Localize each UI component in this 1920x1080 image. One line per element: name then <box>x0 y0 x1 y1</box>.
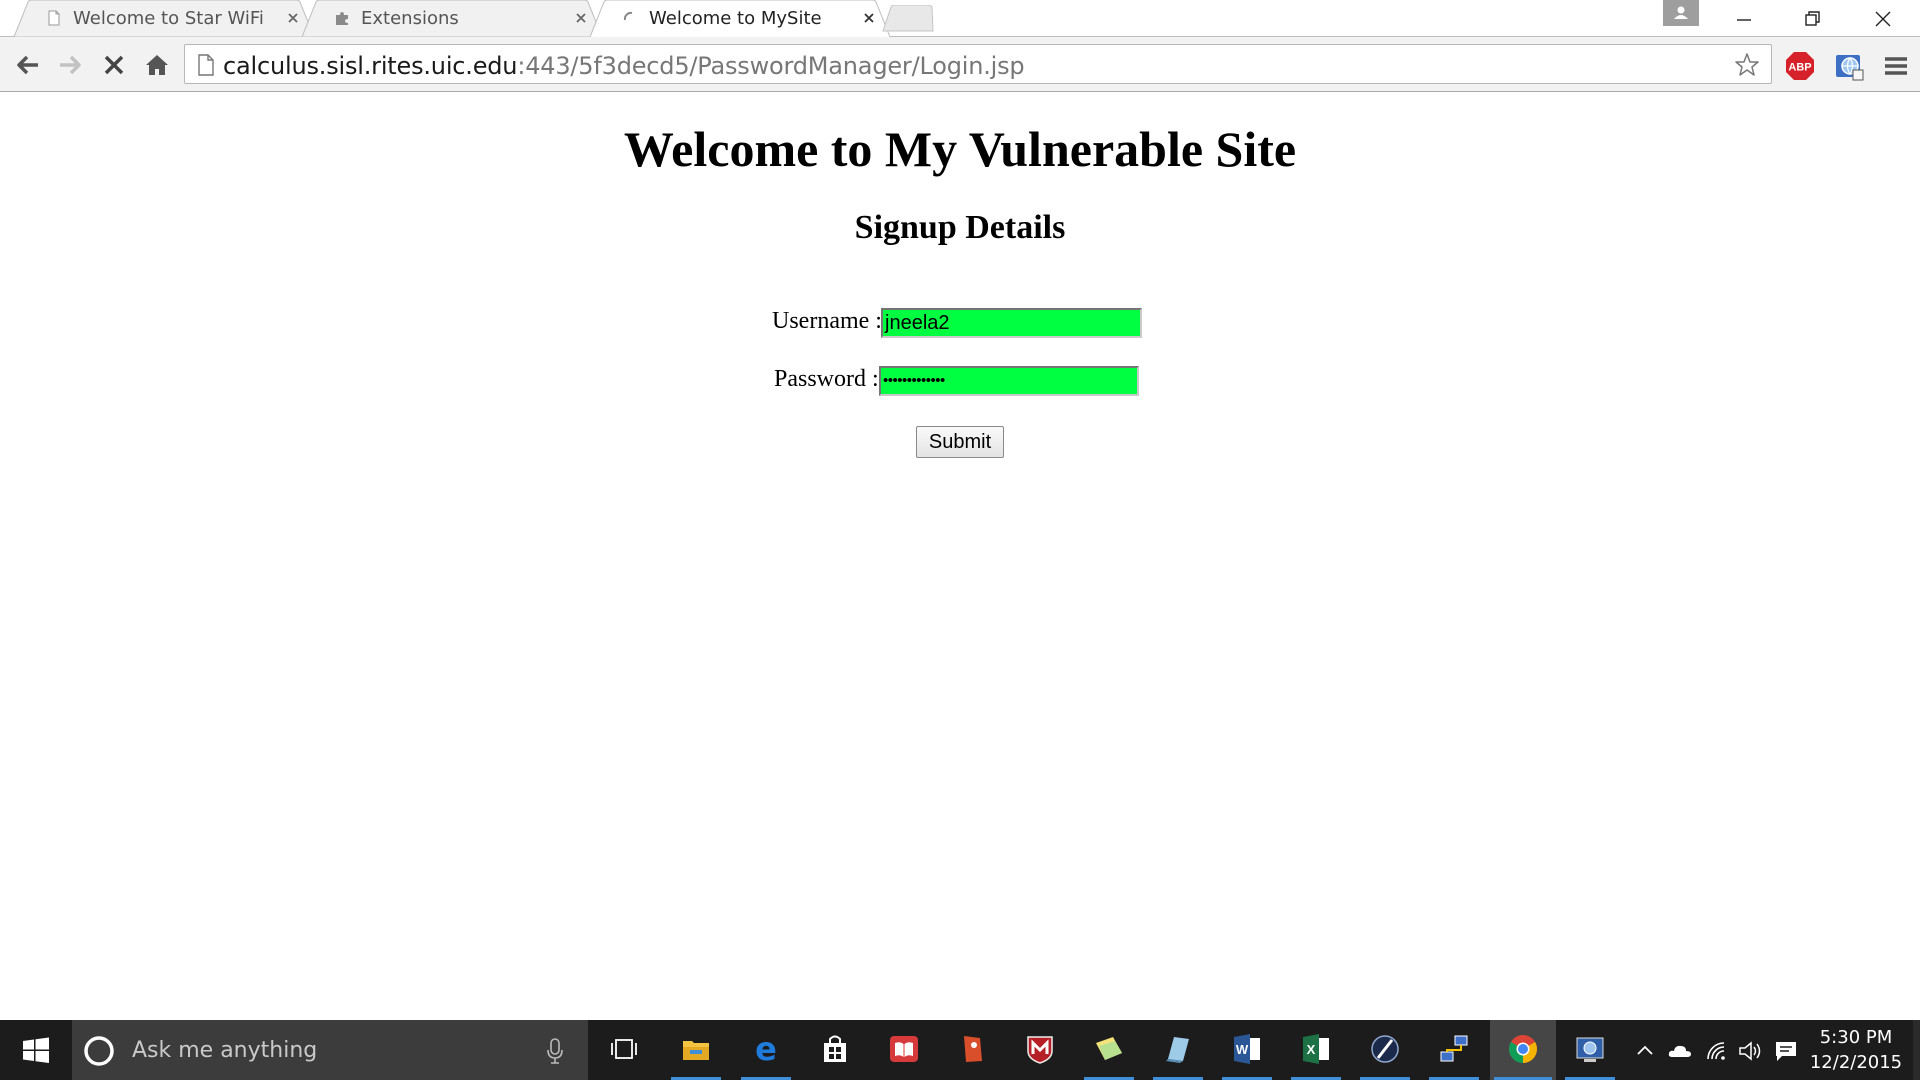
svg-text:X: X <box>1307 1042 1316 1057</box>
url-text: calculus.sisl.rites.uic.edu:443/5f3decd5… <box>223 52 1025 80</box>
url-path: :443/5f3decd5/PasswordManager/Login.jsp <box>517 52 1025 80</box>
submit-button[interactable]: Submit <box>916 426 1004 458</box>
microphone-icon[interactable] <box>546 1037 564 1065</box>
menu-icon[interactable] <box>1880 50 1912 82</box>
volume-icon[interactable] <box>1737 1038 1763 1064</box>
chevron-up-icon[interactable] <box>1632 1038 1658 1064</box>
system-clock[interactable]: 5:30 PM 12/2/2015 <box>1804 1025 1908 1075</box>
file-explorer-icon <box>683 1041 709 1060</box>
taskbar-notepad-app[interactable] <box>1149 1020 1207 1080</box>
url-host: calculus.sisl.rites.uic.edu <box>223 52 518 80</box>
bookmark-star-icon[interactable] <box>1733 51 1761 79</box>
page-title: Welcome to My Vulnerable Site <box>623 121 1297 177</box>
taskbar-mcafee[interactable] <box>1011 1020 1069 1080</box>
close-window-icon[interactable] <box>1870 6 1896 32</box>
minimize-icon[interactable] <box>1731 6 1757 32</box>
taskbar: Ask me anything e W X 5:30 PM 12/2/2015 <box>0 1020 1920 1080</box>
store-icon <box>824 1035 846 1062</box>
page-icon <box>48 10 60 26</box>
taskbar-word[interactable]: W <box>1218 1020 1276 1080</box>
task-view-button[interactable] <box>595 1020 653 1080</box>
extension-globe-icon <box>1836 55 1864 81</box>
username-field[interactable]: jneela2 <box>881 308 1142 338</box>
stop-loading-icon[interactable] <box>98 49 130 81</box>
taskbar-file-explorer[interactable] <box>667 1020 725 1080</box>
taskbar-control-panel[interactable] <box>1561 1020 1619 1080</box>
taskbar-sketch-app[interactable] <box>943 1020 1001 1080</box>
tab-title: Extensions <box>361 8 459 29</box>
mcafee-icon <box>1027 1036 1053 1064</box>
page-info-icon[interactable] <box>197 54 215 76</box>
close-tab-icon[interactable] <box>574 11 588 25</box>
profile-button[interactable] <box>1663 0 1699 26</box>
adblock-label: ABP <box>1788 62 1811 74</box>
close-tab-icon[interactable] <box>286 11 300 25</box>
taskbar-network-app[interactable] <box>1425 1020 1483 1080</box>
home-icon[interactable] <box>141 49 173 81</box>
chrome-icon <box>1509 1035 1537 1063</box>
adblock-plus-icon: ABP <box>1786 52 1814 80</box>
loading-spinner-icon <box>623 11 633 21</box>
taskbar-chrome[interactable] <box>1490 1020 1556 1080</box>
new-tab-button[interactable] <box>882 5 934 32</box>
onedrive-icon[interactable] <box>1667 1038 1693 1064</box>
address-bar[interactable]: calculus.sisl.rites.uic.edu:443/5f3decd5… <box>184 44 1772 84</box>
remote-tool-icon <box>1371 1035 1399 1063</box>
tab-extensions[interactable]: Extensions <box>302 0 602 37</box>
word-icon: W <box>1234 1034 1260 1064</box>
adblock-plus-button[interactable]: ABP <box>1784 50 1816 82</box>
browser-toolbar: calculus.sisl.rites.uic.edu:443/5f3decd5… <box>0 37 1920 92</box>
password-field[interactable]: ••••••••••••• <box>879 366 1139 396</box>
taskbar-edge[interactable]: e <box>737 1020 795 1080</box>
reader-icon <box>890 1036 918 1062</box>
taskbar-excel[interactable]: X <box>1287 1020 1345 1080</box>
control-panel-icon <box>1576 1037 1604 1062</box>
show-desktop-button[interactable] <box>1913 1020 1920 1080</box>
tab-title: Welcome to Star WiFi <box>73 8 264 29</box>
start-button[interactable] <box>0 1020 72 1080</box>
tab-strip: Welcome to Star WiFi Extensions Welcome … <box>0 0 1920 38</box>
clock-date: 12/2/2015 <box>1809 1052 1903 1073</box>
taskbar-remote-tool[interactable] <box>1356 1020 1414 1080</box>
page-subtitle: Signup Details <box>854 209 1066 246</box>
wifi-icon[interactable] <box>1703 1038 1729 1064</box>
svg-text:e: e <box>755 1033 777 1065</box>
excel-icon: X <box>1303 1034 1329 1064</box>
cortana-search-box[interactable]: Ask me anything <box>72 1020 588 1080</box>
taskbar-reader[interactable] <box>875 1020 933 1080</box>
tab-title: Welcome to MySite <box>649 8 822 29</box>
clock-time: 5:30 PM <box>1819 1027 1893 1048</box>
close-tab-icon[interactable] <box>862 11 876 25</box>
network-app-icon <box>1440 1035 1468 1062</box>
sketch-app-icon <box>964 1036 982 1062</box>
edge-icon: e <box>755 1033 777 1065</box>
windows-logo-icon <box>23 1037 49 1063</box>
tab-mysite[interactable]: Welcome to MySite <box>590 0 890 38</box>
tab-star-wifi[interactable]: Welcome to Star WiFi <box>14 0 314 37</box>
puzzle-icon <box>336 12 348 25</box>
password-label: Password : <box>774 366 879 392</box>
search-placeholder: Ask me anything <box>132 1038 318 1063</box>
web-page: Welcome to My Vulnerable Site Signup Det… <box>0 92 1920 1020</box>
cortana-icon <box>84 1036 114 1066</box>
restore-icon[interactable] <box>1800 6 1826 32</box>
forward-arrow-icon[interactable] <box>54 49 86 81</box>
user-icon <box>1674 6 1688 19</box>
username-label: Username : <box>772 308 882 334</box>
back-arrow-icon[interactable] <box>12 49 44 81</box>
sticky-notes-icon <box>1096 1037 1122 1060</box>
extension-button[interactable] <box>1833 50 1865 82</box>
notepad-app-icon <box>1166 1037 1189 1063</box>
svg-text:W: W <box>1236 1042 1249 1057</box>
action-center-icon[interactable] <box>1773 1038 1799 1064</box>
taskbar-sticky-notes[interactable] <box>1080 1020 1138 1080</box>
taskbar-store[interactable] <box>806 1020 864 1080</box>
task-view-icon <box>611 1039 637 1059</box>
